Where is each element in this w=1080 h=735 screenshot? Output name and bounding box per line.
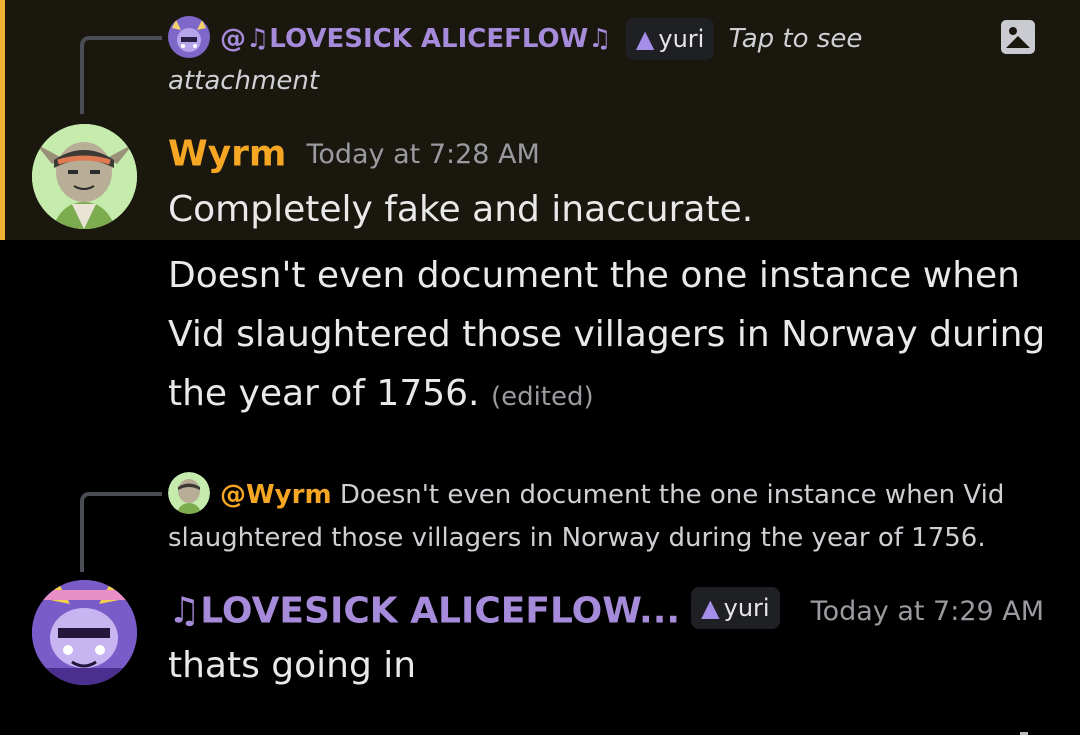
reply-mention-at: @	[220, 24, 246, 54]
reply-preview[interactable]: @Wyrm Doesn't even document the one inst…	[168, 472, 1004, 517]
reply-text-cont[interactable]: slaughtered those villagers in Norway du…	[168, 516, 986, 560]
reply-mention[interactable]: @Wyrm	[220, 480, 332, 510]
reply-attachment-text[interactable]: Tap to see	[729, 24, 863, 54]
crystal-icon: ▲	[701, 594, 720, 622]
crystal-icon: ▲	[635, 25, 655, 53]
avatar-wyrm[interactable]	[32, 124, 137, 229]
highlighted-message[interactable]: @♫LOVESICK ALICEFLOW♫ ▲ yuri Tap to see a…	[0, 0, 1080, 240]
avatar-aliceflow[interactable]	[32, 580, 137, 685]
message-text: Completely fake and inaccurate.	[168, 189, 754, 230]
reply-avatar	[168, 16, 210, 58]
role-tag[interactable]: ▲ yuri	[691, 587, 780, 629]
chat-view: @♫LOVESICK ALICEFLOW♫ ▲ yuri Tap to see a…	[0, 0, 1080, 735]
reply-attachment-text-cont[interactable]: attachment	[168, 59, 319, 103]
author-line: Wyrm Today at 7:28 AM	[168, 128, 540, 181]
role-tag[interactable]: ▲ yuri	[625, 18, 715, 60]
image-icon[interactable]	[1001, 20, 1035, 54]
reply-connector	[80, 492, 162, 572]
timestamp: Today at 7:29 AM	[810, 595, 1045, 627]
reply-avatar	[168, 472, 210, 514]
author-name[interactable]: Wyrm	[168, 134, 286, 175]
message-content: Doesn't even document the one instance w…	[168, 255, 1046, 414]
reply-connector	[80, 36, 162, 114]
author-line: ♫LOVESICK ALICEFLOW... ▲ yuri Today at 7:…	[168, 585, 1044, 638]
timestamp: Today at 7:28 AM	[306, 138, 540, 170]
author-name[interactable]: ♫LOVESICK ALICEFLOW...	[168, 591, 680, 632]
reply-author-name[interactable]: ♫LOVESICK ALICEFLOW♫	[246, 24, 612, 54]
message-text: thats going in	[168, 645, 417, 686]
message-text-continuation[interactable]: Doesn't even document the one instance w…	[168, 246, 1048, 427]
edited-label: (edited)	[490, 382, 594, 412]
reply-preview[interactable]: @♫LOVESICK ALICEFLOW♫ ▲ yuri Tap to see	[168, 16, 862, 61]
role-label: yuri	[658, 25, 705, 53]
role-label: yuri	[723, 594, 770, 622]
mention-highlight-bar	[0, 0, 5, 240]
reply-text: Doesn't even document the one instance w…	[339, 480, 1005, 510]
